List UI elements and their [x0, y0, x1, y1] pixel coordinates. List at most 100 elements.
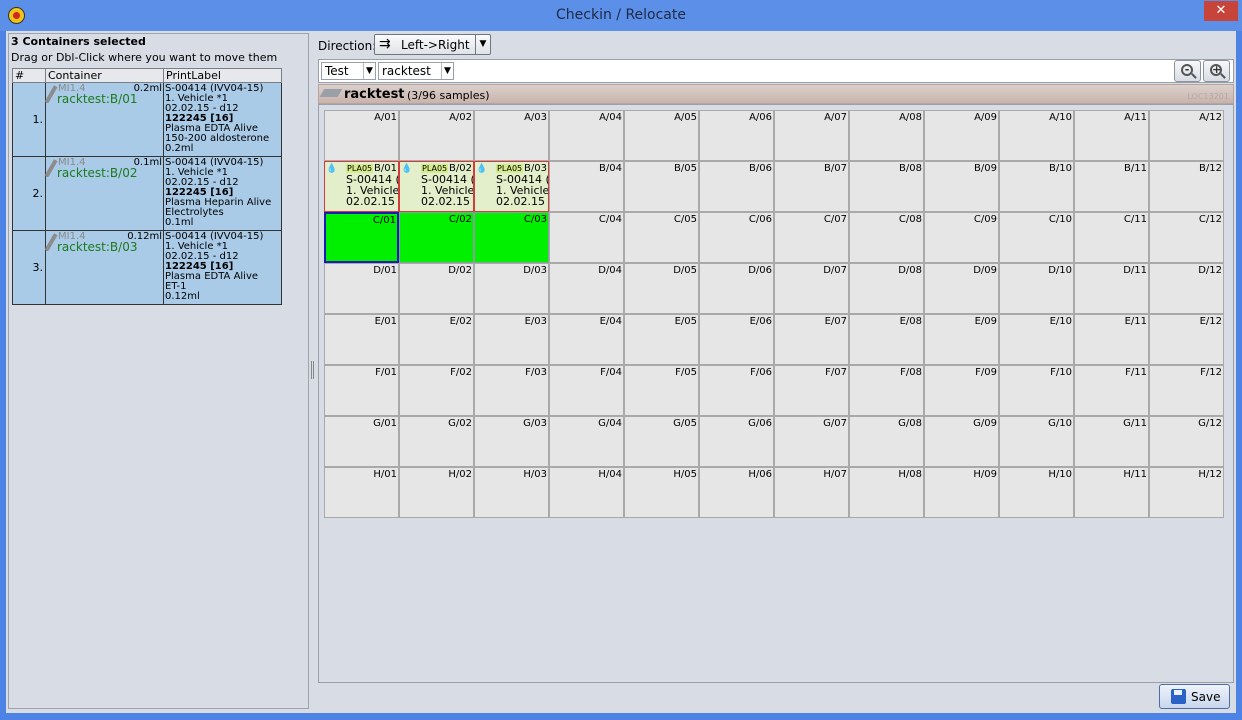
rack-cell-g04[interactable]: G/04 — [549, 416, 624, 467]
rack-cell-d04[interactable]: D/04 — [549, 263, 624, 314]
rack-cell-d09[interactable]: D/09 — [924, 263, 999, 314]
rack-cell-h10[interactable]: H/10 — [999, 467, 1074, 518]
rack-cell-d06[interactable]: D/06 — [699, 263, 774, 314]
rack-cell-a08[interactable]: A/08 — [849, 110, 924, 161]
direction-select[interactable]: ⇉ Left->Right ▼ — [374, 34, 491, 55]
zoom-in-button[interactable]: + — [1203, 60, 1230, 82]
container-cell[interactable]: MI1.4 0.12ml racktest:B/03 — [44, 230, 164, 305]
rack-cell-g07[interactable]: G/07 — [774, 416, 849, 467]
rack-cell-e09[interactable]: E/09 — [924, 314, 999, 365]
rack-cell-b08[interactable]: B/08 — [849, 161, 924, 212]
container-cell[interactable]: MI1.4 0.1ml racktest:B/02 — [44, 156, 164, 231]
rack-cell-g10[interactable]: G/10 — [999, 416, 1074, 467]
rack-cell-h05[interactable]: H/05 — [624, 467, 699, 518]
rack-cell-d05[interactable]: D/05 — [624, 263, 699, 314]
rack-cell-d11[interactable]: D/11 — [1074, 263, 1149, 314]
rack-cell-e03[interactable]: E/03 — [474, 314, 549, 365]
rack-cell-a11[interactable]: A/11 — [1074, 110, 1149, 161]
rack-cell-b10[interactable]: B/10 — [999, 161, 1074, 212]
rack-cell-d03[interactable]: D/03 — [474, 263, 549, 314]
rack-cell-h04[interactable]: H/04 — [549, 467, 624, 518]
rack-cell-b12[interactable]: B/12 — [1149, 161, 1224, 212]
rack-cell-a06[interactable]: A/06 — [699, 110, 774, 161]
rack-cell-e05[interactable]: E/05 — [624, 314, 699, 365]
rack-cell-b09[interactable]: B/09 — [924, 161, 999, 212]
column-header-printlabel[interactable]: PrintLabel — [163, 68, 282, 83]
rack-cell-b03[interactable]: 💧 PLA05 S-00414 (1. Vehicle 02.02.15 B/03 — [474, 161, 549, 212]
rack-cell-e07[interactable]: E/07 — [774, 314, 849, 365]
rack-cell-g01[interactable]: G/01 — [324, 416, 399, 467]
rack-cell-c09[interactable]: C/09 — [924, 212, 999, 263]
container-row[interactable]: 2. MI1.4 0.1ml racktest:B/02 S-00414 (IVV04-… — [12, 156, 282, 231]
rack-cell-e10[interactable]: E/10 — [999, 314, 1074, 365]
rack-cell-a05[interactable]: A/05 — [624, 110, 699, 161]
rack-cell-c08[interactable]: C/08 — [849, 212, 924, 263]
rack-cell-d10[interactable]: D/10 — [999, 263, 1074, 314]
zoom-out-button[interactable]: - — [1174, 60, 1201, 82]
rack-cell-h06[interactable]: H/06 — [699, 467, 774, 518]
test-filter-select[interactable]: Test ▼ — [321, 62, 376, 80]
rack-cell-g05[interactable]: G/05 — [624, 416, 699, 467]
rack-cell-b07[interactable]: B/07 — [774, 161, 849, 212]
rack-cell-d08[interactable]: D/08 — [849, 263, 924, 314]
rack-cell-d12[interactable]: D/12 — [1149, 263, 1224, 314]
container-row[interactable]: 3. MI1.4 0.12ml racktest:B/03 S-00414 (IVV04… — [12, 230, 282, 305]
rack-cell-d02[interactable]: D/02 — [399, 263, 474, 314]
rack-cell-a03[interactable]: A/03 — [474, 110, 549, 161]
rack-cell-f05[interactable]: F/05 — [624, 365, 699, 416]
rack-cell-c07[interactable]: C/07 — [774, 212, 849, 263]
rack-cell-c11[interactable]: C/11 — [1074, 212, 1149, 263]
rack-cell-f06[interactable]: F/06 — [699, 365, 774, 416]
rack-cell-f08[interactable]: F/08 — [849, 365, 924, 416]
rack-cell-a12[interactable]: A/12 — [1149, 110, 1224, 161]
rack-cell-f12[interactable]: F/12 — [1149, 365, 1224, 416]
rack-cell-f09[interactable]: F/09 — [924, 365, 999, 416]
rack-cell-b02[interactable]: 💧 PLA05 S-00414 (1. Vehicle 02.02.15 B/02 — [399, 161, 474, 212]
rack-cell-d01[interactable]: D/01 — [324, 263, 399, 314]
rack-cell-a04[interactable]: A/04 — [549, 110, 624, 161]
rack-cell-a09[interactable]: A/09 — [924, 110, 999, 161]
rack-cell-e02[interactable]: E/02 — [399, 314, 474, 365]
rack-cell-c01[interactable]: C/01 — [324, 212, 399, 263]
rack-cell-f01[interactable]: F/01 — [324, 365, 399, 416]
rack-cell-e12[interactable]: E/12 — [1149, 314, 1224, 365]
container-row[interactable]: 1. MI1.4 0.2ml racktest:B/01 S-00414 (IVV04-… — [12, 82, 282, 157]
rack-cell-c05[interactable]: C/05 — [624, 212, 699, 263]
rack-cell-f03[interactable]: F/03 — [474, 365, 549, 416]
rack-cell-a01[interactable]: A/01 — [324, 110, 399, 161]
rack-cell-h11[interactable]: H/11 — [1074, 467, 1149, 518]
rack-cell-a10[interactable]: A/10 — [999, 110, 1074, 161]
rack-cell-b06[interactable]: B/06 — [699, 161, 774, 212]
rack-cell-b11[interactable]: B/11 — [1074, 161, 1149, 212]
rack-cell-f10[interactable]: F/10 — [999, 365, 1074, 416]
rack-cell-b05[interactable]: B/05 — [624, 161, 699, 212]
rack-cell-g08[interactable]: G/08 — [849, 416, 924, 467]
rack-cell-g12[interactable]: G/12 — [1149, 416, 1224, 467]
rack-cell-b04[interactable]: B/04 — [549, 161, 624, 212]
rack-cell-h07[interactable]: H/07 — [774, 467, 849, 518]
rack-cell-g03[interactable]: G/03 — [474, 416, 549, 467]
rack-cell-h09[interactable]: H/09 — [924, 467, 999, 518]
rack-cell-g02[interactable]: G/02 — [399, 416, 474, 467]
rack-cell-c03[interactable]: C/03 — [474, 212, 549, 263]
rack-filter-select[interactable]: racktest ▼ — [378, 62, 454, 80]
rack-cell-d07[interactable]: D/07 — [774, 263, 849, 314]
panel-splitter-handle[interactable] — [311, 361, 314, 379]
rack-cell-h12[interactable]: H/12 — [1149, 467, 1224, 518]
container-cell[interactable]: MI1.4 0.2ml racktest:B/01 — [44, 82, 164, 157]
rack-cell-g06[interactable]: G/06 — [699, 416, 774, 467]
rack-cell-e01[interactable]: E/01 — [324, 314, 399, 365]
rack-cell-h01[interactable]: H/01 — [324, 467, 399, 518]
column-header-container[interactable]: Container — [45, 68, 164, 83]
rack-cell-e11[interactable]: E/11 — [1074, 314, 1149, 365]
rack-cell-e08[interactable]: E/08 — [849, 314, 924, 365]
rack-cell-b01[interactable]: 💧 PLA05 S-00414 (1. Vehicle 02.02.15 B/01 — [324, 161, 399, 212]
rack-cell-a07[interactable]: A/07 — [774, 110, 849, 161]
rack-cell-h08[interactable]: H/08 — [849, 467, 924, 518]
rack-cell-c06[interactable]: C/06 — [699, 212, 774, 263]
rack-cell-a02[interactable]: A/02 — [399, 110, 474, 161]
rack-cell-f02[interactable]: F/02 — [399, 365, 474, 416]
close-button[interactable]: ✕ — [1204, 1, 1238, 21]
rack-cell-f04[interactable]: F/04 — [549, 365, 624, 416]
rack-cell-g09[interactable]: G/09 — [924, 416, 999, 467]
